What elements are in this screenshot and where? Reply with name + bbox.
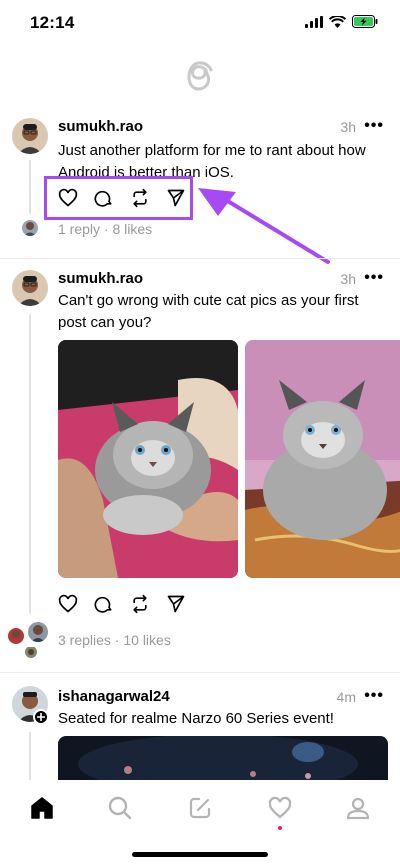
activity-notification-dot bbox=[278, 826, 282, 830]
thread-line bbox=[29, 160, 31, 214]
tab-compose[interactable] bbox=[186, 794, 214, 822]
more-options-button[interactable]: ••• bbox=[364, 687, 384, 705]
more-options-button[interactable]: ••• bbox=[364, 117, 384, 135]
post-text: Can't go wrong with cute cat pics as you… bbox=[58, 292, 359, 331]
replier-avatar-photo bbox=[22, 220, 38, 236]
event-photo-image bbox=[58, 736, 388, 780]
post-meta[interactable]: 3 replies · 10 likes bbox=[58, 632, 171, 648]
avatar-photo bbox=[12, 270, 48, 306]
signal-icon bbox=[305, 15, 323, 28]
thread-line bbox=[29, 732, 31, 780]
post-time: 4m bbox=[336, 689, 356, 705]
reply-button[interactable] bbox=[94, 594, 114, 614]
home-icon bbox=[31, 797, 53, 819]
cat-photo-2-image bbox=[245, 340, 400, 578]
thread-line bbox=[29, 314, 31, 614]
event-photo[interactable] bbox=[58, 736, 388, 780]
search-icon bbox=[108, 796, 132, 820]
replier-avatar[interactable] bbox=[8, 628, 24, 644]
tab-activity[interactable] bbox=[266, 794, 294, 822]
follow-plus-badge[interactable] bbox=[33, 709, 49, 725]
tab-profile[interactable] bbox=[344, 794, 372, 822]
post-meta[interactable]: 1 reply · 8 likes bbox=[58, 221, 152, 237]
post-time: 3h bbox=[340, 271, 356, 287]
avatar[interactable] bbox=[12, 270, 48, 306]
heart-icon bbox=[58, 594, 78, 613]
more-options-button[interactable]: ••• bbox=[364, 269, 384, 287]
threads-logo-icon[interactable] bbox=[180, 56, 220, 96]
compose-icon bbox=[189, 797, 211, 819]
cat-photo-2[interactable] bbox=[245, 340, 400, 578]
like-button[interactable] bbox=[58, 594, 78, 614]
avatar-photo bbox=[12, 118, 48, 154]
cat-photo-1-image bbox=[58, 340, 238, 578]
post-2[interactable]: sumukh.rao 3h ••• Can't go wrong with cu… bbox=[0, 262, 400, 664]
post-username[interactable]: sumukh.rao bbox=[58, 118, 143, 135]
post-divider bbox=[0, 258, 400, 259]
post-divider bbox=[0, 672, 400, 673]
repost-icon bbox=[133, 594, 147, 614]
avatar[interactable] bbox=[12, 118, 48, 154]
cat-photo-1[interactable] bbox=[58, 340, 238, 578]
activity-heart-icon bbox=[268, 796, 292, 819]
replier-avatar-photo bbox=[25, 647, 37, 658]
status-time: 12:14 bbox=[30, 13, 75, 32]
share-button[interactable] bbox=[166, 594, 186, 614]
post-username[interactable]: sumukh.rao bbox=[58, 270, 143, 287]
status-icons bbox=[305, 15, 378, 28]
post-username[interactable]: ishanagarwal24 bbox=[58, 688, 170, 705]
comment-icon bbox=[94, 596, 112, 613]
repost-button[interactable] bbox=[130, 594, 150, 614]
post-actions bbox=[58, 594, 186, 614]
home-indicator[interactable] bbox=[132, 852, 268, 857]
wifi-icon bbox=[329, 15, 346, 28]
replier-avatar-photo bbox=[8, 628, 24, 644]
replier-avatar[interactable] bbox=[22, 220, 38, 236]
profile-icon bbox=[346, 797, 370, 820]
post-text: Seated for realme Narzo 60 Series event! bbox=[58, 710, 334, 727]
send-icon bbox=[167, 595, 185, 613]
annotation-highlight-box bbox=[44, 176, 193, 220]
status-bar: 12:14 bbox=[0, 0, 400, 48]
tab-search[interactable] bbox=[106, 794, 134, 822]
plus-icon bbox=[37, 713, 45, 721]
tab-home[interactable] bbox=[28, 794, 56, 822]
post-3[interactable]: ishanagarwal24 4m ••• Seated for realme … bbox=[0, 676, 400, 780]
battery-charging-icon bbox=[352, 15, 378, 28]
replier-avatar[interactable] bbox=[25, 646, 37, 658]
bottom-tab-bar bbox=[0, 780, 400, 866]
replier-avatar-photo bbox=[28, 622, 48, 642]
annotation-arrow bbox=[198, 188, 330, 264]
post-time: 3h bbox=[340, 119, 356, 135]
replier-avatar[interactable] bbox=[28, 622, 48, 642]
